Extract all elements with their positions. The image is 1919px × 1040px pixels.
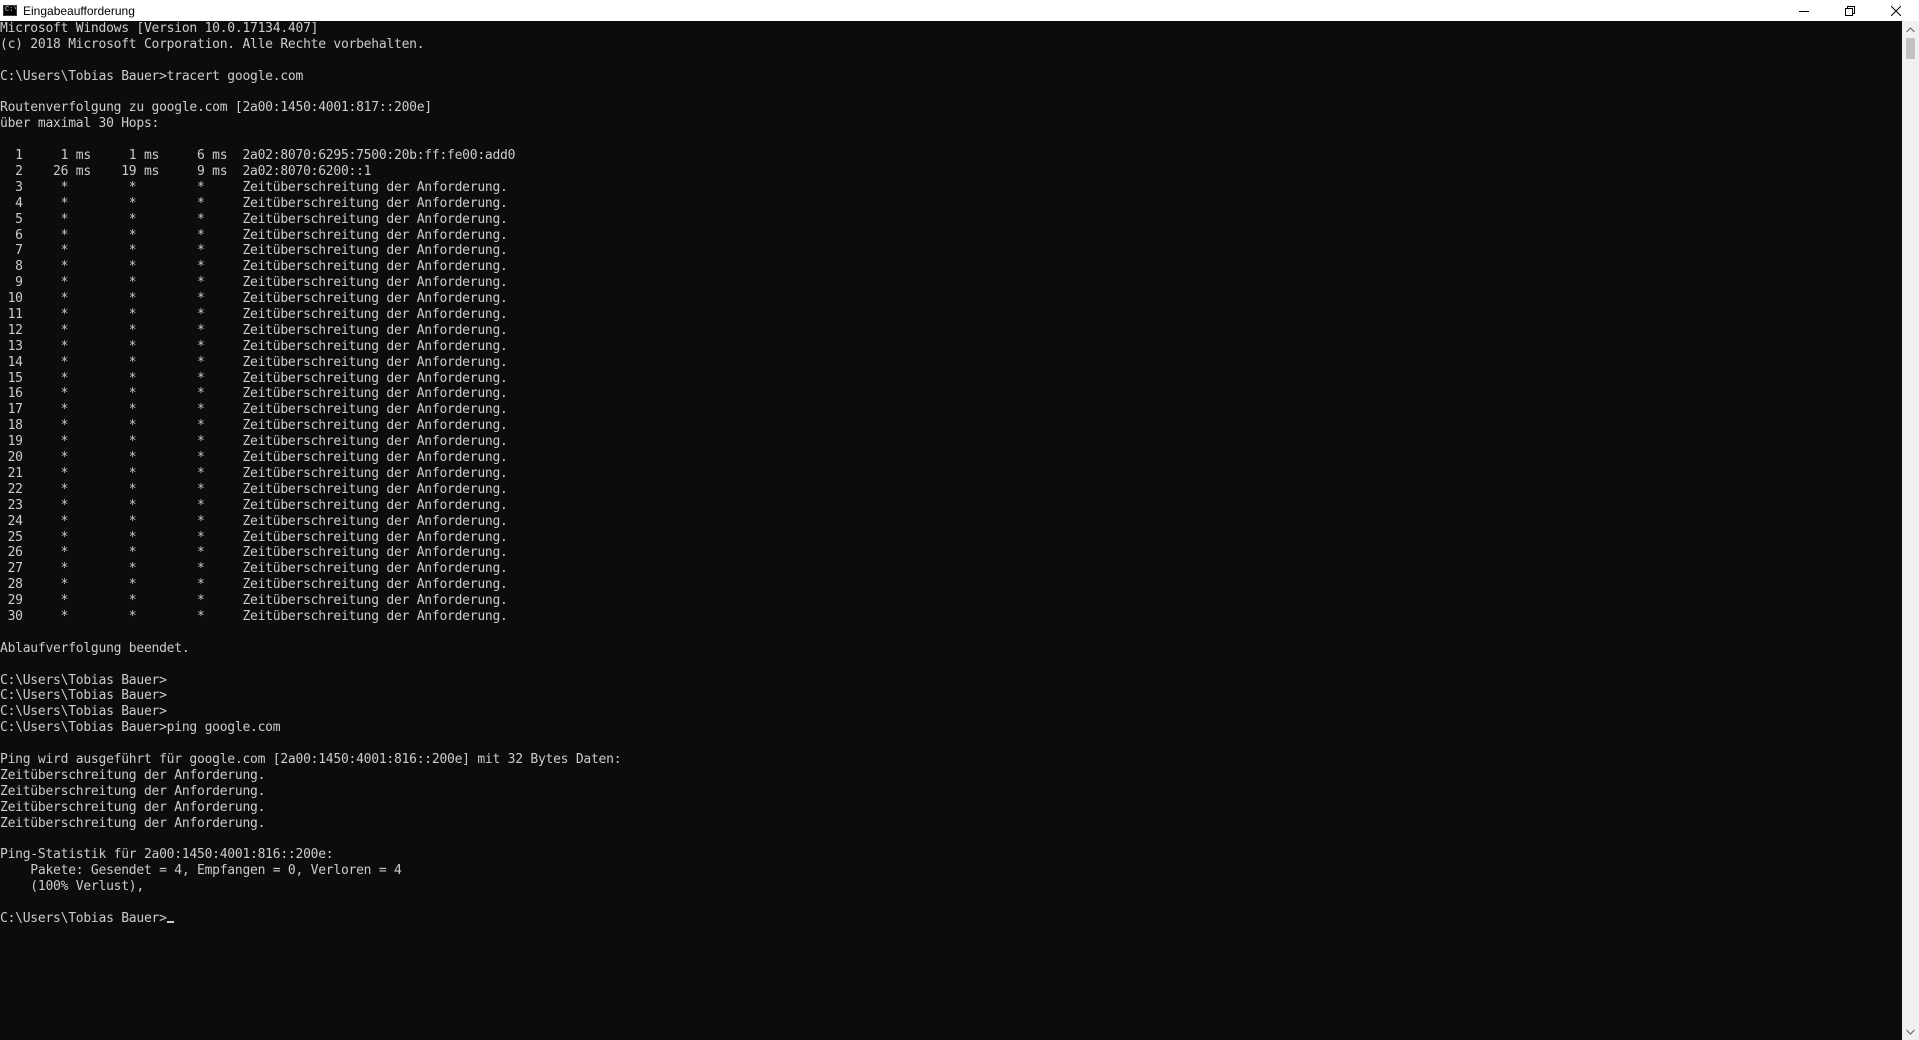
console-line: 28 * * * Zeitüberschreitung der Anforder… <box>0 577 508 593</box>
scroll-down-button[interactable] <box>1902 1023 1919 1040</box>
close-button[interactable] <box>1873 0 1919 21</box>
minimize-icon <box>1799 10 1809 12</box>
console-line: Ablaufverfolgung beendet. <box>0 640 190 656</box>
command-prompt-window: C:\ Eingabeaufforderung Microsoft Window… <box>0 0 1919 1040</box>
console-line: 12 * * * Zeitüberschreitung der Anforder… <box>0 322 508 338</box>
prompt-text: C:\Users\Tobias Bauer> <box>0 910 167 926</box>
console-line: Ping-Statistik für 2a00:1450:4001:816::2… <box>0 847 334 863</box>
cmd-icon[interactable]: C:\ <box>3 5 17 16</box>
restore-button[interactable] <box>1827 0 1873 21</box>
console-line: C:\Users\Tobias Bauer>tracert google.com <box>0 68 304 84</box>
console-output[interactable]: Microsoft Windows [Version 10.0.17134.40… <box>0 21 1902 1040</box>
console-line: 11 * * * Zeitüberschreitung der Anforder… <box>0 307 508 323</box>
console-line: Pakete: Gesendet = 4, Empfangen = 0, Ver… <box>0 863 402 879</box>
console-line: 8 * * * Zeitüberschreitung der Anforderu… <box>0 259 508 275</box>
console-line: 25 * * * Zeitüberschreitung der Anforder… <box>0 529 508 545</box>
scroll-up-button[interactable] <box>1902 21 1919 38</box>
console-line: 4 * * * Zeitüberschreitung der Anforderu… <box>0 195 508 211</box>
console-line: 15 * * * Zeitüberschreitung der Anforder… <box>0 370 508 386</box>
console-line: C:\Users\Tobias Bauer>ping google.com <box>0 720 281 736</box>
console-line: (c) 2018 Microsoft Corporation. Alle Rec… <box>0 36 425 52</box>
console-line: 7 * * * Zeitüberschreitung der Anforderu… <box>0 243 508 259</box>
console-line: über maximal 30 Hops: <box>0 116 160 132</box>
console-line: 6 * * * Zeitüberschreitung der Anforderu… <box>0 227 508 243</box>
console-line: Zeitüberschreitung der Anforderung. <box>0 799 266 815</box>
minimize-button[interactable] <box>1781 0 1827 21</box>
console-line: 10 * * * Zeitüberschreitung der Anforder… <box>0 291 508 307</box>
console-line: Microsoft Windows [Version 10.0.17134.40… <box>0 21 319 36</box>
console-line: 20 * * * Zeitüberschreitung der Anforder… <box>0 450 508 466</box>
console-line: C:\Users\Tobias Bauer> <box>0 672 167 688</box>
console-line: 26 * * * Zeitüberschreitung der Anforder… <box>0 545 508 561</box>
restore-icon <box>1845 5 1855 16</box>
close-icon <box>1891 5 1901 16</box>
console-line: 13 * * * Zeitüberschreitung der Anforder… <box>0 338 508 354</box>
scroll-up-arrow-icon <box>1906 26 1915 32</box>
console-line: Zeitüberschreitung der Anforderung. <box>0 767 266 783</box>
prompt-line[interactable]: C:\Users\Tobias Bauer> <box>0 911 1902 927</box>
console-line: 27 * * * Zeitüberschreitung der Anforder… <box>0 561 508 577</box>
console-line: 23 * * * Zeitüberschreitung der Anforder… <box>0 497 508 513</box>
console-line: 16 * * * Zeitüberschreitung der Anforder… <box>0 386 508 402</box>
console-line: 14 * * * Zeitüberschreitung der Anforder… <box>0 354 508 370</box>
console-line: 24 * * * Zeitüberschreitung der Anforder… <box>0 513 508 529</box>
console-line: (100% Verlust), <box>0 879 144 895</box>
console-line: 22 * * * Zeitüberschreitung der Anforder… <box>0 481 508 497</box>
vertical-scrollbar[interactable] <box>1902 21 1919 1040</box>
console-line: 18 * * * Zeitüberschreitung der Anforder… <box>0 418 508 434</box>
console-line: Zeitüberschreitung der Anforderung. <box>0 783 266 799</box>
scroll-down-arrow-icon <box>1906 1029 1915 1035</box>
console-line: Ping wird ausgeführt für google.com [2a0… <box>0 751 622 767</box>
console-line: 5 * * * Zeitüberschreitung der Anforderu… <box>0 211 508 227</box>
console-line: 3 * * * Zeitüberschreitung der Anforderu… <box>0 179 508 195</box>
window-controls <box>1781 0 1919 21</box>
title-bar[interactable]: C:\ Eingabeaufforderung <box>0 0 1919 21</box>
console-line: C:\Users\Tobias Bauer> <box>0 688 167 704</box>
console-line: 30 * * * Zeitüberschreitung der Anforder… <box>0 608 508 624</box>
console-line: 29 * * * Zeitüberschreitung der Anforder… <box>0 593 508 609</box>
console-line: 1 1 ms 1 ms 6 ms 2a02:8070:6295:7500:20b… <box>0 148 516 164</box>
console-line: 19 * * * Zeitüberschreitung der Anforder… <box>0 434 508 450</box>
console-line: Zeitüberschreitung der Anforderung. <box>0 815 266 831</box>
window-title: Eingabeaufforderung <box>23 3 135 18</box>
console-line: Routenverfolgung zu google.com [2a00:145… <box>0 100 432 116</box>
console-lines: Microsoft Windows [Version 10.0.17134.40… <box>0 21 1902 911</box>
console-line: 9 * * * Zeitüberschreitung der Anforderu… <box>0 275 508 291</box>
scrollbar-thumb[interactable] <box>1906 38 1915 59</box>
console-line: 2 26 ms 19 ms 9 ms 2a02:8070:6200::1 <box>0 164 372 180</box>
text-cursor <box>166 920 174 923</box>
console-line: 21 * * * Zeitüberschreitung der Anforder… <box>0 465 508 481</box>
console-line: C:\Users\Tobias Bauer> <box>0 704 167 720</box>
console-line: 17 * * * Zeitüberschreitung der Anforder… <box>0 402 508 418</box>
